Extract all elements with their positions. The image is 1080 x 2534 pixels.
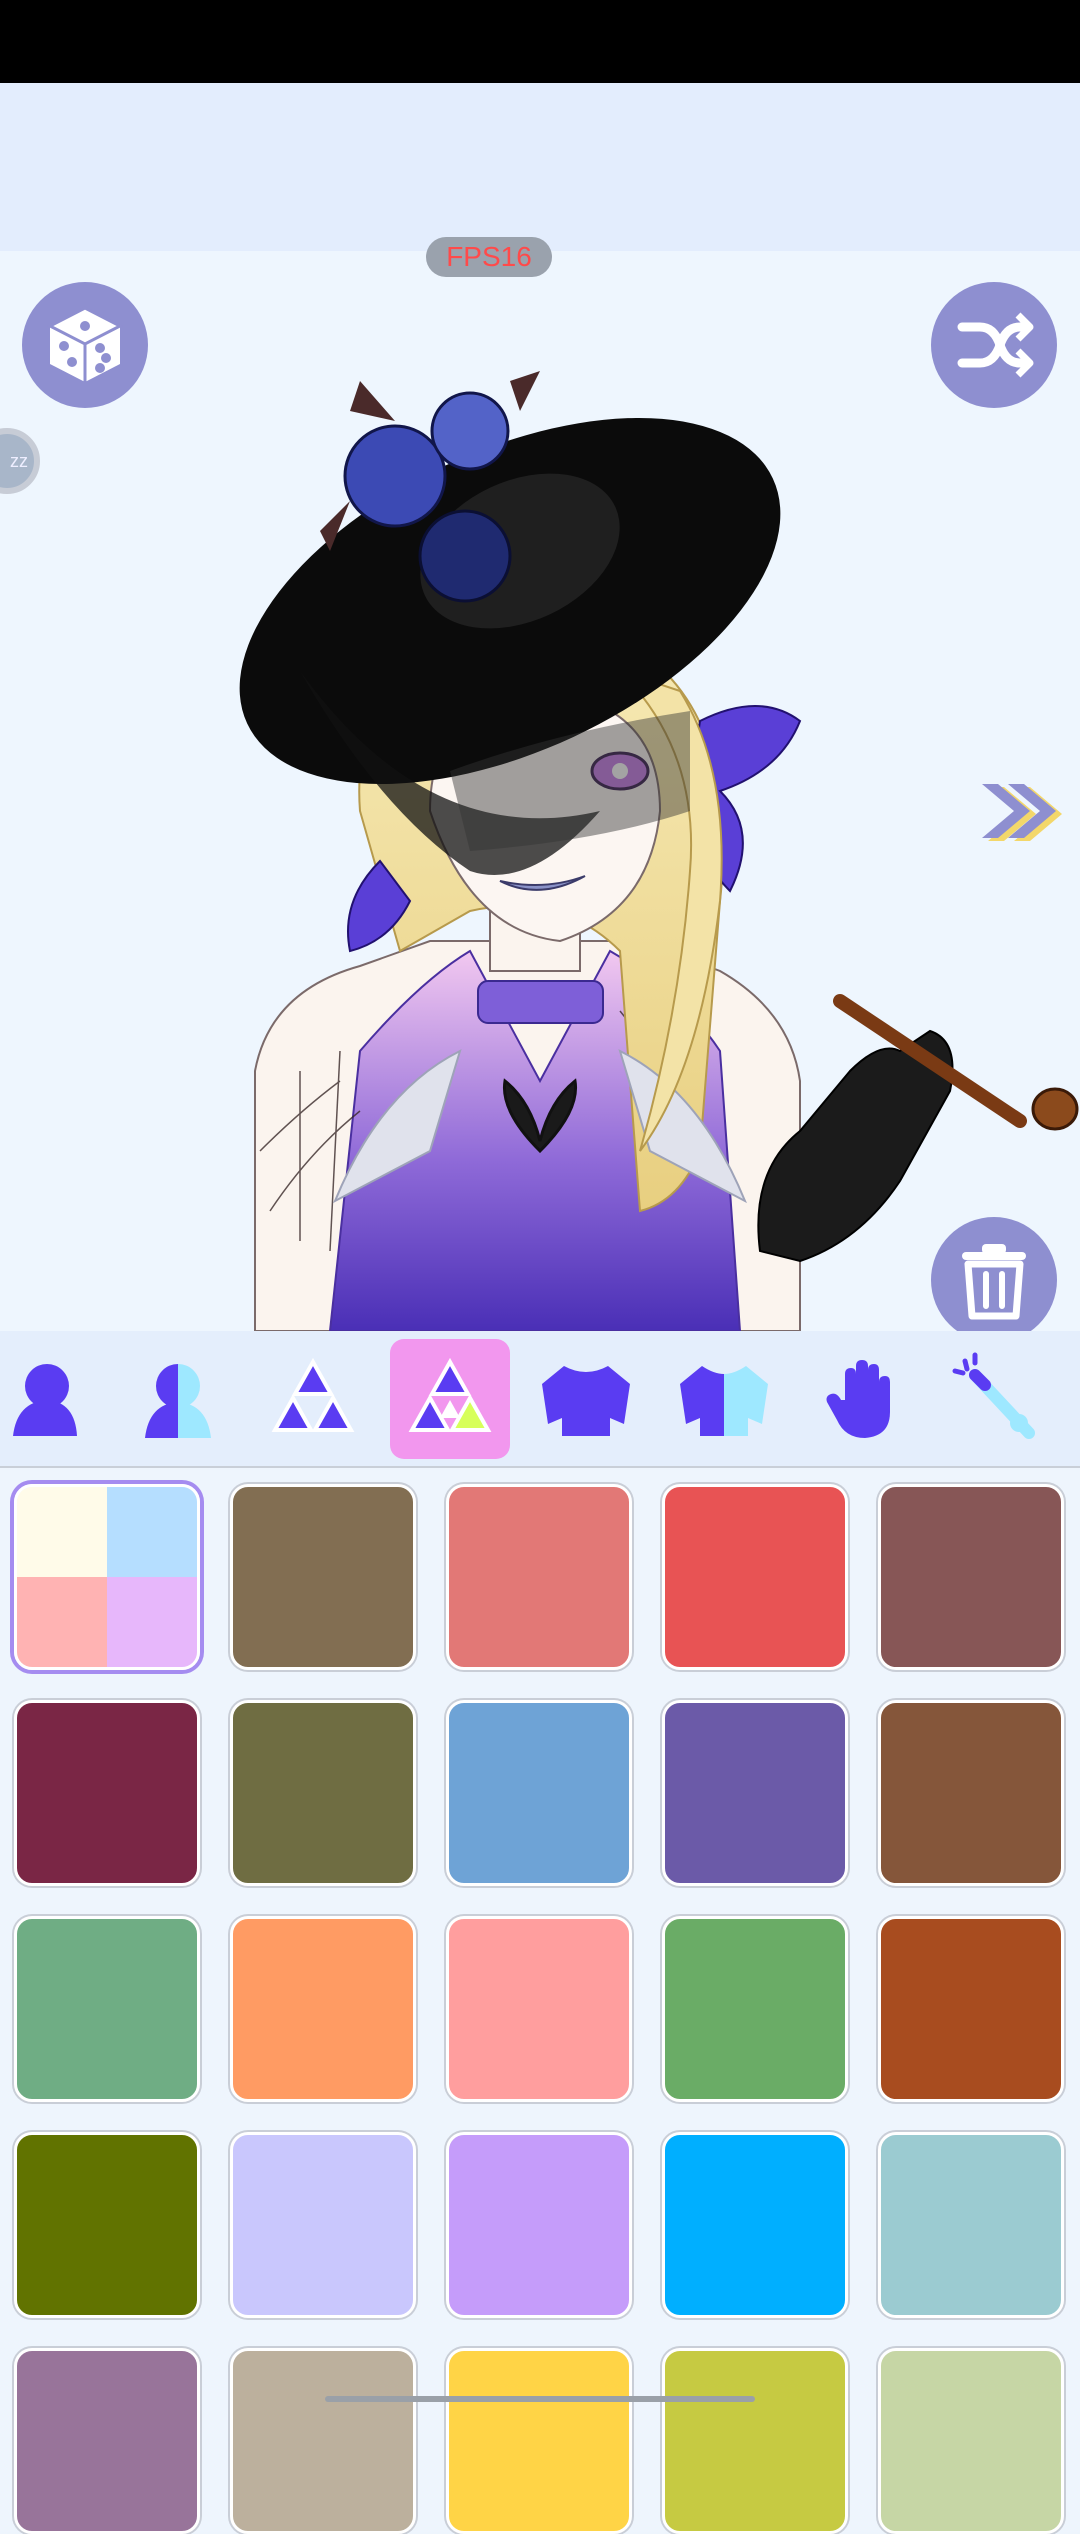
color-swatch[interactable] bbox=[446, 2132, 632, 2318]
multi-quadrant bbox=[17, 1577, 107, 1667]
fps-counter: FPS16 bbox=[426, 237, 552, 277]
hand-icon bbox=[826, 1360, 890, 1438]
category-body-two-tone[interactable] bbox=[118, 1339, 238, 1459]
color-swatch[interactable] bbox=[230, 1700, 416, 1886]
status-bar bbox=[0, 0, 1080, 83]
color-swatch[interactable] bbox=[14, 1916, 200, 2102]
color-swatch[interactable] bbox=[878, 2132, 1064, 2318]
swatch-multicolor[interactable] bbox=[14, 1484, 200, 1670]
shuffle-icon bbox=[957, 312, 1034, 378]
multi-quadrant bbox=[107, 1577, 197, 1667]
color-swatch[interactable] bbox=[878, 1916, 1064, 2102]
color-swatch[interactable] bbox=[14, 2348, 200, 2534]
color-swatch[interactable] bbox=[446, 1700, 632, 1886]
magic-wand-icon bbox=[952, 1352, 1035, 1439]
side-badge-text: zz bbox=[10, 450, 28, 471]
color-swatch[interactable] bbox=[662, 1700, 848, 1886]
category-hand[interactable] bbox=[800, 1339, 920, 1459]
color-swatch[interactable] bbox=[446, 2348, 632, 2534]
category-sweater[interactable] bbox=[526, 1339, 646, 1459]
color-swatch[interactable] bbox=[878, 1484, 1064, 1670]
character-illustration bbox=[239, 371, 1079, 1331]
color-swatch[interactable] bbox=[662, 2348, 848, 2534]
ad-banner bbox=[0, 83, 1080, 251]
category-magic-wand[interactable] bbox=[935, 1339, 1055, 1459]
color-swatch[interactable] bbox=[878, 2348, 1064, 2534]
trash-icon bbox=[962, 1244, 1026, 1320]
shuffle-button[interactable] bbox=[931, 282, 1057, 408]
triforce-color-icon bbox=[408, 1357, 492, 1432]
double-chevron-right-icon bbox=[982, 784, 1062, 841]
color-swatch[interactable] bbox=[14, 2132, 200, 2318]
character-canvas bbox=[0, 251, 1080, 1331]
category-bar bbox=[0, 1331, 1080, 1468]
home-indicator bbox=[325, 2396, 755, 2402]
color-swatch[interactable] bbox=[446, 1484, 632, 1670]
color-swatch[interactable] bbox=[14, 1700, 200, 1886]
category-sweater-two-tone[interactable] bbox=[664, 1339, 784, 1459]
color-swatch[interactable] bbox=[230, 2132, 416, 2318]
category-body[interactable] bbox=[0, 1339, 102, 1459]
randomize-dice-button[interactable] bbox=[22, 282, 148, 408]
next-arrow-button[interactable] bbox=[976, 776, 1066, 846]
dice-icon bbox=[46, 306, 124, 382]
multi-quadrant bbox=[17, 1487, 107, 1577]
color-swatch[interactable] bbox=[230, 2348, 416, 2534]
body-icon bbox=[13, 1364, 77, 1436]
color-swatch[interactable] bbox=[662, 1484, 848, 1670]
sweater-icon bbox=[542, 1366, 630, 1436]
color-swatch[interactable] bbox=[878, 1700, 1064, 1886]
color-palette bbox=[0, 1468, 1080, 2534]
multi-quadrant bbox=[107, 1487, 197, 1577]
category-triforce[interactable] bbox=[253, 1339, 373, 1459]
color-swatch[interactable] bbox=[662, 1916, 848, 2102]
color-swatch[interactable] bbox=[446, 1916, 632, 2102]
color-swatch[interactable] bbox=[662, 2132, 848, 2318]
color-swatch[interactable] bbox=[230, 1484, 416, 1670]
color-swatch[interactable] bbox=[230, 1916, 416, 2102]
triforce-icon bbox=[271, 1357, 355, 1432]
sweater-two-tone-icon bbox=[680, 1366, 768, 1436]
category-triforce-color[interactable] bbox=[390, 1339, 510, 1459]
delete-button[interactable] bbox=[931, 1217, 1057, 1343]
body-two-tone-icon bbox=[145, 1364, 211, 1438]
